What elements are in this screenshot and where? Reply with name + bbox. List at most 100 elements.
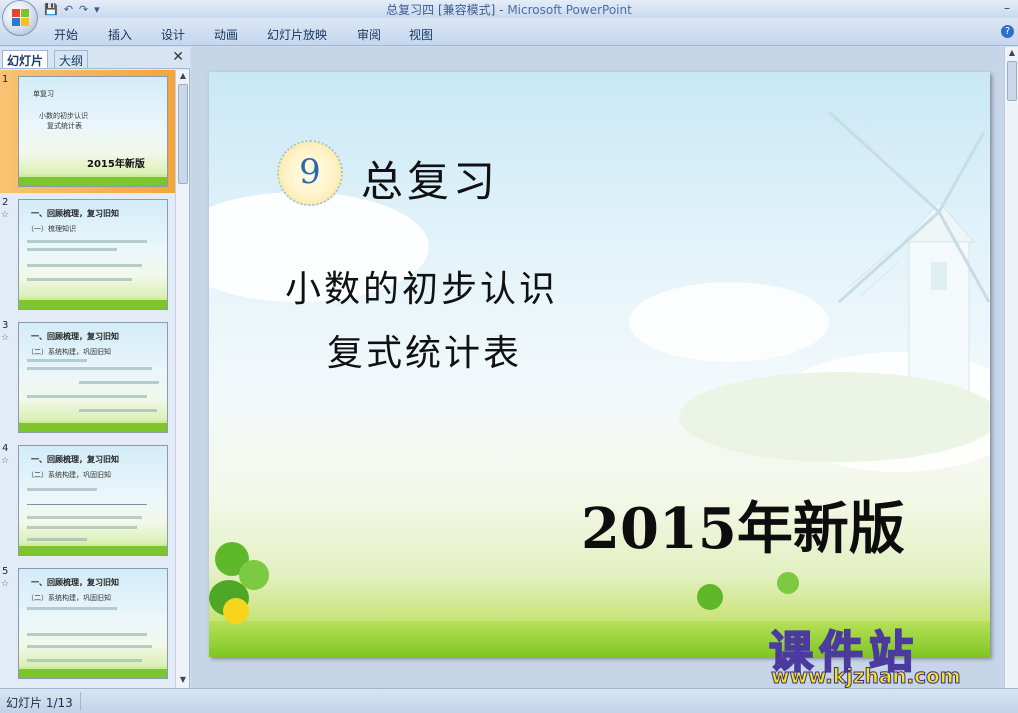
tab-animations[interactable]: 动画: [214, 26, 238, 43]
thumb-text-line: [27, 516, 142, 519]
editor-scrollbar[interactable]: ▲: [1004, 47, 1018, 688]
tab-view[interactable]: 视图: [409, 26, 433, 43]
slide-thumbnail-5[interactable]: 5 ☆ 一、回顾梳理，复习旧知 （二）系统构建，巩固旧知: [0, 562, 175, 685]
cloud-decoration: [629, 282, 829, 362]
chapter-badge: 9: [277, 140, 343, 206]
close-pane-icon[interactable]: ✕: [172, 49, 184, 65]
slide-title[interactable]: 总复习: [361, 148, 499, 209]
slide-number: 2: [2, 197, 9, 208]
tab-design[interactable]: 设计: [161, 26, 185, 43]
slide-number: 1: [2, 74, 9, 85]
status-bar: 幻灯片 1/13: [0, 688, 1018, 713]
title-bar: 💾 ↶ ↷ ▾ 总复习四 [兼容模式] - Microsoft PowerPoi…: [0, 0, 1018, 18]
tab-review[interactable]: 审阅: [357, 26, 381, 43]
thumb-text-line: [79, 409, 157, 412]
bush-decoration: [679, 372, 990, 462]
thumb-text-line: [27, 645, 152, 648]
thumb-grass: [19, 669, 167, 678]
slide-preview: 单复习 小数的初步认识 复式统计表 2015年新版: [18, 76, 168, 187]
slide-subtitle-line1[interactable]: 小数的初步认识: [285, 260, 558, 312]
slide-thumbnail-4[interactable]: 4 ☆ 一、回顾梳理，复习旧知 （二）系统构建，巩固旧知: [0, 439, 175, 562]
slide-number: 3: [2, 320, 9, 331]
minimize-button[interactable]: –: [1004, 1, 1010, 15]
thumb-text-line: [79, 381, 159, 384]
flower-decoration: [223, 598, 249, 624]
thumb-text-line: [27, 633, 147, 636]
thumb-text-line: [27, 359, 87, 362]
thumb-grass: [19, 546, 167, 555]
app-name: Microsoft PowerPoint: [507, 3, 632, 17]
thumb-heading: 一、回顾梳理，复习旧知: [31, 209, 119, 218]
thumb-heading: 一、回顾梳理，复习旧知: [31, 455, 119, 464]
clover-decoration: [697, 584, 723, 610]
thumb-subtitle-1: 小数的初步认识: [39, 112, 88, 120]
thumb-grass: [19, 300, 167, 309]
thumb-subheading: （二）系统构建，巩固旧知: [27, 594, 111, 602]
scroll-thumb[interactable]: [1007, 61, 1017, 101]
thumb-text-line: [27, 488, 97, 491]
thumb-subheading: （二）系统构建，巩固旧知: [27, 348, 111, 356]
thumb-edition: 2015年新版: [87, 159, 145, 170]
thumb-text-line: [27, 367, 152, 370]
slide-preview: 一、回顾梳理，复习旧知 （二）系统构建，巩固旧知: [18, 568, 168, 679]
pane-tabs: 幻灯片 大纲 ✕: [0, 47, 190, 69]
thumb-subtitle-2: 复式统计表: [47, 122, 82, 130]
thumb-heading: 一、回顾梳理，复习旧知: [31, 578, 119, 587]
scroll-thumb[interactable]: [178, 84, 188, 184]
thumb-grass: [19, 177, 167, 186]
thumb-text-line: [27, 264, 142, 267]
thumb-subheading: （二）系统构建，巩固旧知: [27, 471, 111, 479]
thumb-text-line: [27, 240, 147, 243]
thumb-text-line: [27, 526, 137, 529]
edition-text[interactable]: 2015年新版: [581, 484, 905, 565]
window-title: 总复习四 [兼容模式] - Microsoft PowerPoint: [0, 1, 1018, 18]
status-divider: [80, 692, 81, 710]
chapter-number: 9: [299, 152, 321, 192]
slide-preview: 一、回顾梳理，复习旧知 （一）梳理知识: [18, 199, 168, 310]
thumb-text-line: [27, 607, 117, 610]
scroll-down-icon[interactable]: ▼: [177, 675, 189, 687]
thumb-text-line: [27, 395, 147, 398]
slides-pane: 幻灯片 大纲 ✕ 1 单复习 小数的初步认识 复式统计表 2015年新版 2 ☆…: [0, 47, 190, 688]
thumb-heading: 一、回顾梳理，复习旧知: [31, 332, 119, 341]
office-logo-icon: [12, 9, 30, 27]
slide-counter: 幻灯片 1/13: [6, 696, 73, 710]
slide-preview: 一、回顾梳理，复习旧知 （二）系统构建，巩固旧知: [18, 445, 168, 556]
tab-insert[interactable]: 插入: [108, 26, 132, 43]
slide-canvas[interactable]: 9 总复习 小数的初步认识 复式统计表 2015年新版: [209, 72, 990, 657]
thumb-text-line: [27, 659, 142, 662]
animation-icon: ☆: [1, 333, 10, 343]
thumb-title: 单复习: [33, 90, 54, 98]
scroll-up-icon[interactable]: ▲: [1006, 48, 1018, 60]
slide-number: 4: [2, 443, 9, 454]
thumb-text-line: [27, 278, 132, 281]
tab-home[interactable]: 开始: [54, 26, 78, 43]
thumbnail-scrollbar[interactable]: ▲ ▼: [175, 70, 189, 688]
slide-preview: 一、回顾梳理，复习旧知 （二）系统构建，巩固旧知: [18, 322, 168, 433]
tab-slide-show[interactable]: 幻灯片放映: [267, 26, 327, 43]
animation-icon: ☆: [1, 210, 10, 220]
slide-number: 5: [2, 566, 9, 577]
thumb-text-line: [27, 248, 117, 251]
thumb-subheading: （一）梳理知识: [27, 225, 76, 233]
thumb-text-line: [27, 538, 87, 541]
document-title: 总复习四 [兼容模式] -: [386, 3, 508, 17]
ribbon-tabs: 开始 插入 设计 动画 幻灯片放映 审阅 视图 ?: [0, 18, 1018, 46]
slide-thumbnail-list: 1 单复习 小数的初步认识 复式统计表 2015年新版 2 ☆ 一、回顾梳理，复…: [0, 70, 175, 688]
slide-thumbnail-2[interactable]: 2 ☆ 一、回顾梳理，复习旧知 （一）梳理知识: [0, 193, 175, 316]
slide-thumbnail-1[interactable]: 1 单复习 小数的初步认识 复式统计表 2015年新版: [0, 70, 175, 193]
tab-slides[interactable]: 幻灯片: [2, 50, 49, 68]
animation-icon: ☆: [1, 579, 10, 589]
slide-editor: 9 总复习 小数的初步认识 复式统计表 2015年新版 ▲: [191, 47, 1018, 688]
thumb-number-line: [27, 504, 147, 505]
slide-subtitle-line2[interactable]: 复式统计表: [327, 324, 522, 376]
slide-thumbnail-3[interactable]: 3 ☆ 一、回顾梳理，复习旧知 （二）系统构建，巩固旧知: [0, 316, 175, 439]
watermark-url: www.kjzhan.com: [771, 664, 962, 689]
watermark-logo: 课件站 www.kjzhan.com: [768, 616, 999, 689]
scroll-up-icon[interactable]: ▲: [177, 71, 189, 83]
office-button[interactable]: [2, 0, 38, 36]
help-icon[interactable]: ?: [1001, 25, 1014, 38]
clover-decoration: [777, 572, 799, 594]
tab-outline[interactable]: 大纲: [54, 50, 89, 68]
thumb-grass: [19, 423, 167, 432]
